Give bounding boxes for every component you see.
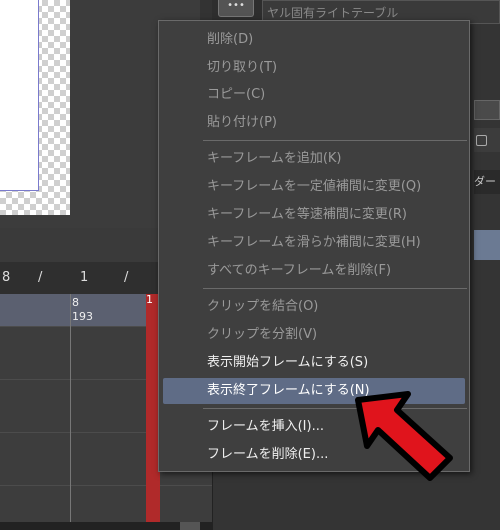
menu-item-keyframe-linear[interactable]: キーフレームを等速補間に変更(R) — [163, 202, 465, 228]
menu-item-delete[interactable]: 削除(D) — [163, 27, 465, 53]
red-pointer-arrow-icon — [355, 391, 453, 481]
timeline-divider — [70, 294, 71, 522]
ruler-label: / — [38, 270, 43, 285]
frame-label: 193 — [72, 310, 93, 323]
menu-separator — [203, 140, 467, 141]
menu-item-keyframe-constant[interactable]: キーフレームを一定値補間に変更(Q) — [163, 174, 465, 200]
menu-item-set-start-frame[interactable]: 表示開始フレームにする(S) — [163, 350, 465, 376]
ruler-label: 1 — [80, 270, 89, 285]
panel-dropdown[interactable] — [474, 100, 500, 120]
ruler-label: 8 — [2, 270, 11, 285]
layer-tab[interactable]: ダー — [474, 170, 500, 194]
menu-item-paste[interactable]: 貼り付け(P) — [163, 110, 465, 136]
menu-item-split-clip[interactable]: クリップを分割(V) — [163, 322, 465, 348]
menu-item-cut[interactable]: 切り取り(T) — [163, 55, 465, 81]
canvas-document — [0, 0, 39, 191]
menu-item-delete-all-keyframes[interactable]: すべてのキーフレームを削除(F) — [163, 258, 465, 284]
menu-item-keyframe-smooth[interactable]: キーフレームを滑らか補間に変更(H) — [163, 230, 465, 256]
timeline-scrollbar-thumb[interactable] — [180, 522, 200, 530]
menu-item-merge-clip[interactable]: クリップを結合(O) — [163, 294, 465, 320]
menu-icon[interactable]: ••• — [218, 0, 254, 17]
frame-label: 8 — [72, 296, 79, 309]
selected-layer-row[interactable] — [474, 230, 500, 260]
menu-item-add-keyframe[interactable]: キーフレームを追加(K) — [163, 146, 465, 172]
menu-item-copy[interactable]: コピー(C) — [163, 82, 465, 108]
menu-separator — [203, 288, 467, 289]
ruler-label: / — [124, 270, 129, 285]
panel-toggle-buttons[interactable] — [474, 128, 500, 152]
